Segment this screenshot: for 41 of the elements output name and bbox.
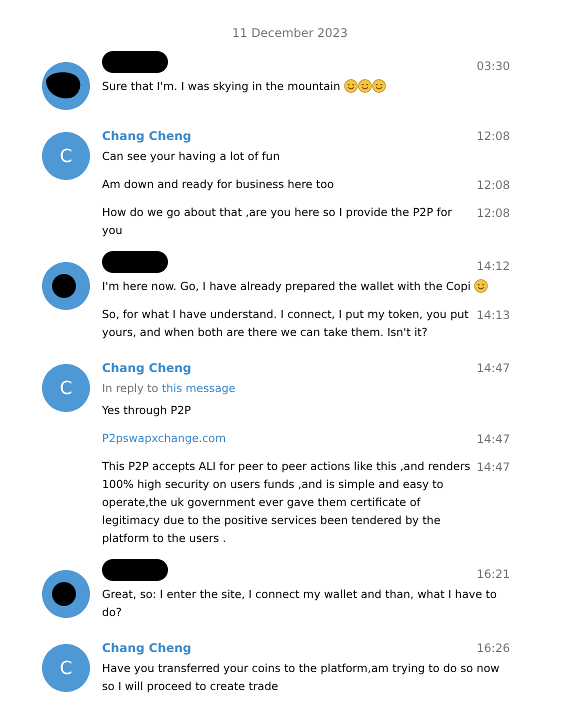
message-time: 14:12 [476,259,510,273]
message-time: 03:30 [476,59,510,73]
sender-name: Chang Cheng [102,641,192,655]
message-text: So, for what I have understand. I connect, I put my token, you put yours, and when both are there we can take them. Isn't it? [102,308,469,339]
message-time: 14:47 [476,459,510,476]
message-text: Can see your having a lot of fun [102,150,280,163]
sender-name: Chang Cheng [102,129,192,143]
smiley-icon [372,79,386,93]
redaction-mark [102,251,168,273]
redacted-avatar [42,262,90,310]
message-time: 14:47 [476,431,510,448]
redaction-mark [102,51,168,73]
message-text: Sure that I'm. I was skying in the mountain [102,80,340,93]
message-text: This P2P accepts ALI for peer to peer actions like this ,and renders 100% high security on users funds ,and is simple and easy to operate,the uk government ever gave them certificate of legitimacy due to the positive services been tendered by the platform to the users . [102,460,470,545]
avatar: C [42,644,90,692]
message-text: Am down and ready for business here too [102,178,334,191]
message-time: 12:08 [476,205,510,222]
message-time: 12:08 [476,129,510,143]
message-text: Have you transferred your coins to the platform,am trying to do so now so I will proceed to create trade [102,662,500,693]
website-link[interactable]: P2pswapxchange.com [102,432,226,445]
redaction-mark [102,559,168,581]
avatar: C [42,364,90,412]
message-text: Yes through P2P [102,404,191,417]
message-text: I'm here now. Go, I have already prepared the wallet with the Copi [102,280,471,293]
reply-link[interactable]: this message [162,382,236,395]
reply-note: In reply to this message [102,381,236,397]
message-text: How do we go about that ,are you here so I provide the P2P for you [102,206,452,237]
date-divider: 11 December 2023 [231,26,349,40]
redacted-avatar [42,570,90,618]
message-time: 12:08 [476,177,510,194]
message-time: 16:26 [476,641,510,655]
avatar: C [42,132,90,180]
smiley-icon [474,279,488,293]
message-text: Great, so: I enter the site, I connect my wallet and than, what I have to do? [102,588,497,619]
message-time: 14:13 [476,307,510,324]
sender-name: Chang Cheng [102,361,192,375]
smiley-icon [344,79,358,93]
message-time: 14:47 [476,361,510,375]
redacted-avatar [42,62,90,110]
message-time: 16:21 [476,567,510,581]
smiley-icon [358,79,372,93]
